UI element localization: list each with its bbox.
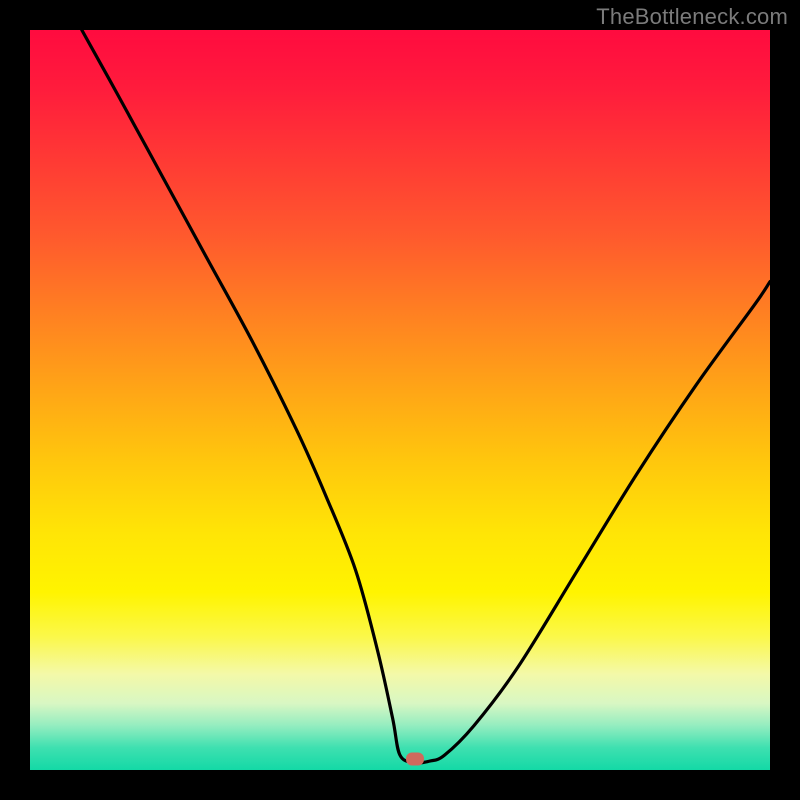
watermark-text: TheBottleneck.com xyxy=(596,4,788,30)
optimal-point-marker xyxy=(406,752,424,765)
bottleneck-curve-path xyxy=(82,30,770,763)
plot-area xyxy=(30,30,770,770)
curve-layer xyxy=(30,30,770,770)
chart-frame: TheBottleneck.com xyxy=(0,0,800,800)
